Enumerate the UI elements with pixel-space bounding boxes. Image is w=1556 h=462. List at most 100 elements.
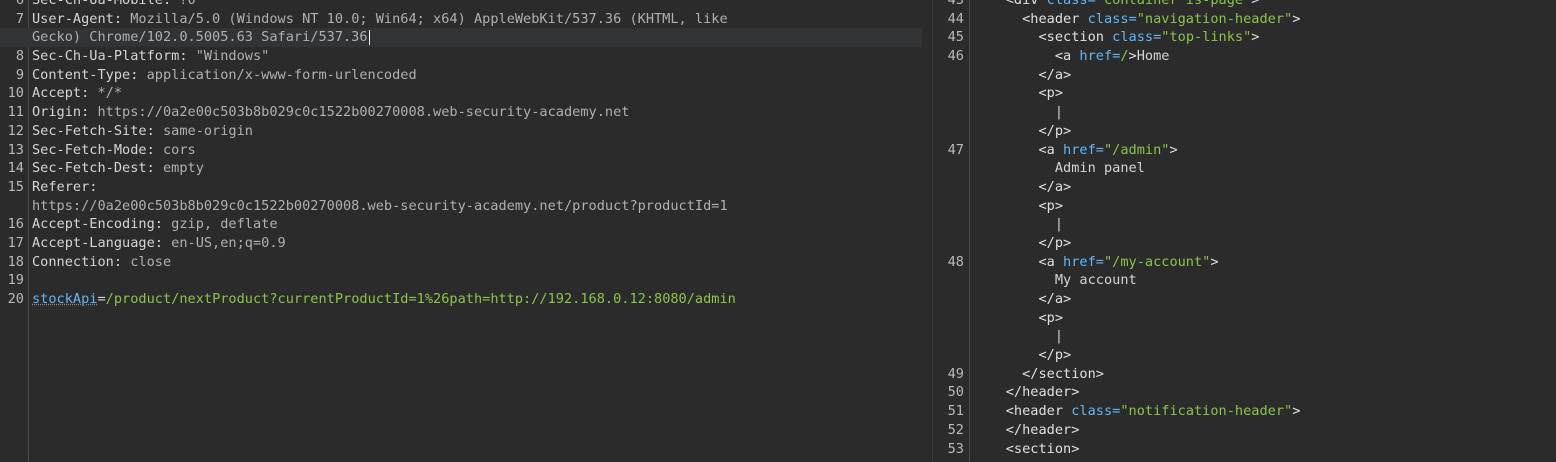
response-token: class= [1112, 29, 1162, 46]
response-token: class= [1046, 0, 1096, 8]
request-line[interactable]: 9 Content-Type: application/x-www-form-ur… [0, 66, 922, 85]
request-line-code: Gecko) Chrome/102.0.5005.63 Safari/537.3… [32, 28, 370, 47]
request-token: Accept: [32, 85, 98, 102]
request-token: cors [162, 141, 196, 158]
request-token: Sec-Ch-Ua-Platform: [32, 48, 196, 65]
response-token: "/my-account" [1103, 253, 1211, 270]
request-token: https://0a2e00c503b8b029c0c1522b00270008… [32, 197, 728, 214]
request-token: application/x-www-form-urlencoded [146, 66, 417, 83]
request-line-code: stockApi=/product/nextProduct?currentPro… [32, 290, 736, 309]
request-token: */* [97, 85, 123, 102]
request-token: Origin: [32, 104, 98, 121]
request-line[interactable]: 15 Referer: [0, 178, 922, 197]
request-token: = [97, 291, 106, 307]
response-token: | [1054, 216, 1064, 233]
response-line-code: </p> [973, 234, 1071, 253]
response-line-code: <p> [973, 197, 1063, 216]
request-line[interactable]: 20 stockApi=/product/nextProduct?currentP… [0, 290, 922, 309]
request-line-number: 19 [7, 272, 24, 289]
response-token: Admin panel [1054, 160, 1145, 177]
request-token: Sec-Fetch-Site: [32, 122, 163, 139]
response-token: <a [1038, 141, 1064, 158]
request-line[interactable]: 19 [0, 271, 922, 290]
response-line-code: My account [973, 271, 1137, 290]
response-line-code: <a href="/my-account"> [973, 253, 1218, 272]
request-token: Mozilla/5.0 (Windows NT 10.0; Win64; x64… [130, 10, 728, 27]
response-editor[interactable]: 43 <div class="container is-page"> 44 <he… [938, 0, 1556, 462]
request-token: Content-Type: [32, 66, 147, 83]
response-token: <p> [1038, 197, 1064, 214]
response-line-code: <header class="navigation-header"> [973, 10, 1300, 29]
response-token: "navigation-header" [1136, 10, 1293, 27]
request-line-number: 13 [7, 141, 24, 158]
response-line-code: Admin panel [973, 159, 1145, 178]
repeater-editor: 6 Sec-Ch-Ua-Mobile: ?0 7 User-Agent: Mozill… [0, 0, 1556, 462]
request-line-number: 20 [7, 291, 24, 307]
response-token: </header> [1005, 421, 1080, 438]
request-line-number: 7 [15, 10, 24, 27]
request-line-code: Sec-Ch-Ua-Platform: "Windows" [32, 47, 269, 66]
request-line[interactable]: 8 Sec-Ch-Ua-Platform: "Windows" [0, 47, 922, 66]
request-line-code: Sec-Fetch-Mode: cors [32, 141, 196, 160]
request-line[interactable]: 18 Connection: close [0, 253, 922, 272]
response-token: | [1054, 104, 1064, 121]
response-line-number: 49 [947, 365, 964, 382]
request-line[interactable]: 13 Sec-Fetch-Mode: cors [0, 141, 922, 160]
request-line-code: Referer: [32, 178, 106, 197]
response-line-code: </section> [973, 365, 1104, 384]
response-token: > [1292, 10, 1301, 27]
request-line[interactable]: 11 Origin: https://0a2e00c503b8b029c0c152… [0, 103, 922, 122]
request-line[interactable]: 12 Sec-Fetch-Site: same-origin [0, 122, 922, 141]
request-line[interactable]: 16 Accept-Encoding: gzip, deflate [0, 215, 922, 234]
request-line-number: 8 [15, 48, 24, 65]
request-token: Sec-Fetch-Dest: [32, 160, 163, 177]
request-token: Referer: [32, 178, 106, 195]
request-line-code: Accept-Encoding: gzip, deflate [32, 215, 278, 234]
response-token: "/admin" [1103, 141, 1170, 158]
request-line[interactable]: https://0a2e00c503b8b029c0c1522b00270008… [0, 197, 922, 216]
request-line[interactable]: 7 User-Agent: Mozilla/5.0 (Windows NT 10.… [0, 10, 922, 29]
request-line[interactable]: Gecko) Chrome/102.0.5005.63 Safari/537.3… [0, 28, 922, 48]
request-line[interactable]: 6 Sec-Ch-Ua-Mobile: ?0 [0, 0, 922, 10]
response-token: <div [1005, 0, 1047, 8]
response-line-code: | [973, 215, 1063, 234]
response-token: class= [1087, 10, 1137, 27]
request-line-code: Sec-Ch-Ua-Mobile: ?0 [32, 0, 196, 10]
request-token: Accept-Language: [32, 234, 172, 251]
response-token: <a [1054, 48, 1080, 65]
request-line-number: 17 [7, 234, 24, 251]
request-token: Sec-Ch-Ua-Mobile: [32, 0, 180, 8]
request-token: stockApi [32, 291, 98, 307]
request-line[interactable]: 10 Accept: */* [0, 84, 922, 103]
request-editor[interactable]: 6 Sec-Ch-Ua-Mobile: ?0 7 User-Agent: Mozill… [0, 0, 932, 462]
request-line-code: https://0a2e00c503b8b029c0c1522b00270008… [32, 197, 728, 216]
request-token: ?0 [179, 0, 196, 8]
response-token: Home [1136, 48, 1170, 65]
response-line-code: <p> [973, 309, 1063, 328]
request-line-code: Accept: */* [32, 84, 122, 103]
request-line[interactable]: 17 Accept-Language: en-US,en;q=0.9 [0, 234, 922, 253]
response-token: </section> [1022, 365, 1104, 382]
request-token: en-US,en;q=0.9 [171, 234, 286, 251]
response-line-number: 51 [947, 403, 964, 420]
request-token: gzip, deflate [171, 216, 278, 233]
response-token: </p> [1038, 234, 1072, 251]
response-line-code: <header class="notification-header"> [973, 402, 1301, 421]
response-token: href= [1079, 48, 1121, 65]
response-token: "top-links" [1161, 29, 1252, 46]
response-line-number: 45 [947, 29, 964, 46]
response-line-code: <a href=/>Home [973, 47, 1170, 66]
response-line-code: </header> [973, 421, 1080, 440]
request-line-code: Content-Type: application/x-www-form-url… [32, 66, 417, 85]
response-token: > [1251, 0, 1260, 8]
request-line[interactable]: 14 Sec-Fetch-Dest: empty [0, 159, 922, 178]
response-line-code: | [973, 103, 1063, 122]
request-token: same-origin [162, 122, 253, 139]
request-line-number: 16 [7, 216, 24, 233]
